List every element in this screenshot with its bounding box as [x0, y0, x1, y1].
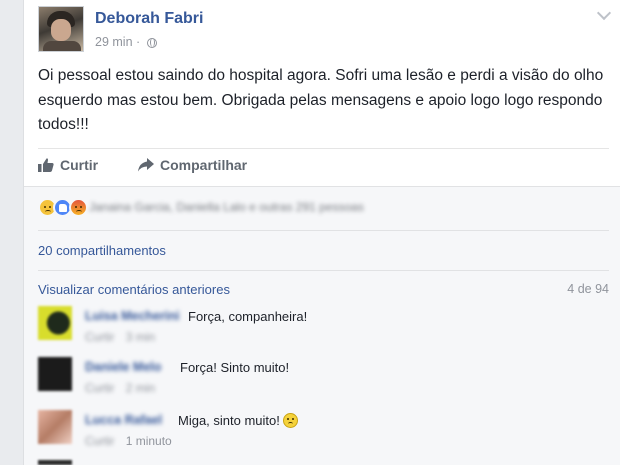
share-button[interactable]: Compartilhar: [138, 157, 247, 173]
comment-time[interactable]: 2 min: [126, 381, 155, 395]
author-name[interactable]: Deborah Fabri: [95, 10, 203, 28]
post-card: Deborah Fabri 29 min · Oi pessoal estou …: [23, 0, 620, 465]
comment-time[interactable]: 1 minuto: [126, 434, 172, 448]
commenter-avatar[interactable]: [38, 306, 72, 340]
commenter-avatar[interactable]: [38, 357, 72, 391]
like-button[interactable]: Curtir: [38, 157, 98, 173]
comment-text: Força! Sinto muito!: [180, 360, 290, 375]
share-label: Compartilhar: [160, 157, 248, 173]
commenter-name[interactable]: Luisa Mecherini: [85, 309, 179, 323]
comment-item: Luisa Mecherini Força, companheira! Curt…: [38, 306, 598, 346]
post-timestamp[interactable]: 29 min: [95, 35, 133, 49]
globe-icon[interactable]: [146, 38, 157, 48]
reaction-names[interactable]: Janaina Garcia, Daniella Lalo e outras 2…: [89, 200, 364, 214]
commenter-avatar[interactable]: [38, 410, 72, 444]
comments-count: 4 de 94: [567, 282, 609, 296]
comment-like-link[interactable]: Curtir: [85, 330, 114, 344]
comment-meta: Curtir 1 minuto: [85, 434, 172, 448]
angry-reaction-icon: [69, 198, 88, 217]
commenter-name[interactable]: Lucca Rafael: [85, 413, 162, 427]
author-avatar[interactable]: [38, 6, 84, 52]
shares-count-link[interactable]: 20 compartilhamentos: [38, 243, 166, 258]
divider: [38, 148, 609, 149]
comment-meta: Curtir 2 min: [85, 381, 155, 395]
comment-text: Miga, sinto muito!: [178, 413, 298, 428]
comment-like-link[interactable]: Curtir: [85, 381, 114, 395]
like-label: Curtir: [60, 157, 99, 173]
comment-item: Daniele Melo Força! Sinto muito! Curtir …: [38, 357, 598, 397]
commenter-avatar: [38, 460, 72, 465]
sad-face-emoji-icon: [282, 413, 298, 428]
post-meta: 29 min ·: [95, 35, 157, 49]
view-previous-comments-link[interactable]: Visualizar comentários anteriores: [38, 282, 230, 297]
share-arrow-icon: [138, 158, 154, 172]
commenter-name[interactable]: Daniele Melo: [85, 360, 161, 374]
comment-item: Lucca Rafael Miga, sinto muito! Curtir 1…: [38, 410, 598, 450]
thumbs-up-icon: [38, 158, 54, 172]
comment-time[interactable]: 3 min: [126, 330, 155, 344]
meta-separator: ·: [136, 35, 141, 49]
feedback-section: Janaina Garcia, Daniella Lalo e outras 2…: [24, 186, 620, 465]
comment-text: Força, companheira!: [188, 309, 308, 324]
chevron-down-icon[interactable]: [596, 5, 612, 21]
post-header: Deborah Fabri 29 min ·: [38, 6, 598, 54]
comment-meta: Curtir 3 min: [85, 330, 155, 344]
comment-like-link[interactable]: Curtir: [85, 434, 114, 448]
post-text: Oi pessoal estou saindo do hospital agor…: [38, 67, 604, 133]
